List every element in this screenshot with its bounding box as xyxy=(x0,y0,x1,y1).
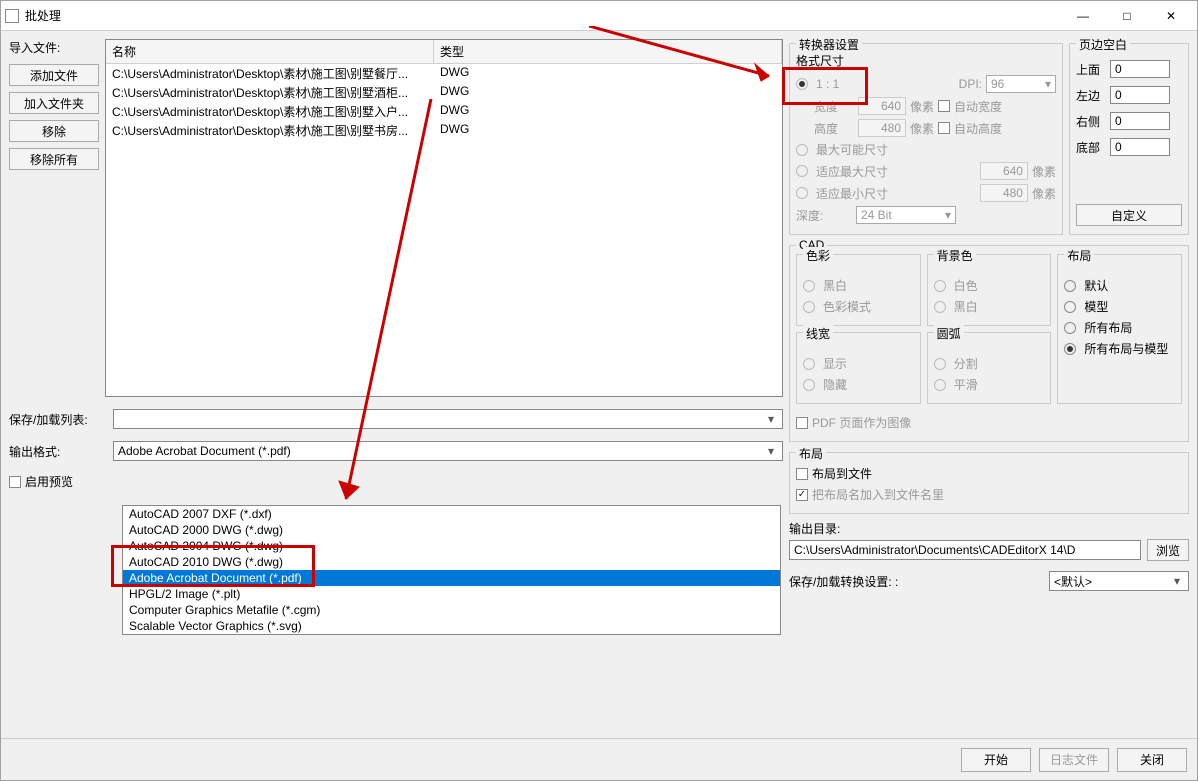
layout-legend: 布局 xyxy=(796,445,826,462)
table-row[interactable]: C:\Users\Administrator\Desktop\素材\施工图\别墅… xyxy=(106,102,782,121)
height-input[interactable] xyxy=(858,119,906,137)
custom-margin-button[interactable]: 自定义 xyxy=(1076,204,1182,226)
enable-preview-label: 启用预览 xyxy=(25,473,73,490)
width-input[interactable] xyxy=(858,97,906,115)
bg-black-radio[interactable] xyxy=(934,301,946,313)
ratio-1-1-radio[interactable] xyxy=(796,78,808,90)
table-row[interactable]: C:\Users\Administrator\Desktop\素材\施工图\别墅… xyxy=(106,121,782,140)
layout-model-radio[interactable] xyxy=(1064,301,1076,313)
col-header-type[interactable]: 类型 xyxy=(434,40,782,63)
margin-top-input[interactable] xyxy=(1110,60,1170,78)
table-row[interactable]: C:\Users\Administrator\Desktop\素材\施工图\别墅… xyxy=(106,83,782,102)
margin-right-input[interactable] xyxy=(1110,112,1170,130)
close-button[interactable]: ✕ xyxy=(1149,2,1193,30)
browse-button[interactable]: 浏览 xyxy=(1147,539,1189,561)
dropdown-item[interactable]: HPGL/2 Image (*.plt) xyxy=(123,586,780,602)
output-format-combo[interactable]: Adobe Acrobat Document (*.pdf) ▾ xyxy=(113,441,783,461)
chevron-down-icon: ▾ xyxy=(764,412,778,426)
add-file-button[interactable]: 添加文件 xyxy=(9,64,99,86)
app-icon xyxy=(5,9,19,23)
file-list[interactable]: 名称 类型 C:\Users\Administrator\Desktop\素材\… xyxy=(105,39,783,397)
chevron-down-icon: ▾ xyxy=(764,444,778,458)
lw-hide-radio[interactable] xyxy=(803,379,815,391)
fit-max-radio[interactable] xyxy=(796,165,808,177)
margin-bottom-input[interactable] xyxy=(1110,138,1170,156)
dropdown-item[interactable]: Adobe Acrobat Document (*.pdf) xyxy=(123,570,780,586)
converter-legend: 转换器设置 xyxy=(796,36,862,53)
enable-preview-checkbox[interactable] xyxy=(9,476,21,488)
color-mode-radio[interactable] xyxy=(803,301,815,313)
output-dir-input[interactable] xyxy=(789,540,1141,560)
dropdown-item[interactable]: Computer Graphics Metafile (*.cgm) xyxy=(123,602,780,618)
save-load-list-combo[interactable]: ▾ xyxy=(113,409,783,429)
layout-default-radio[interactable] xyxy=(1064,280,1076,292)
layout-all-model-radio[interactable] xyxy=(1064,343,1076,355)
auto-height-checkbox[interactable] xyxy=(938,122,950,134)
remove-all-button[interactable]: 移除所有 xyxy=(9,148,99,170)
dropdown-item[interactable]: AutoCAD 2007 DXF (*.dxf) xyxy=(123,506,780,522)
fit-max-input[interactable] xyxy=(980,162,1028,180)
add-layout-name-checkbox[interactable] xyxy=(796,489,808,501)
table-row[interactable]: C:\Users\Administrator\Desktop\素材\施工图\别墅… xyxy=(106,64,782,83)
pdf-as-image-checkbox[interactable] xyxy=(796,417,808,429)
minimize-button[interactable]: — xyxy=(1061,2,1105,30)
col-header-name[interactable]: 名称 xyxy=(106,40,434,63)
dropdown-item[interactable]: Scalable Vector Graphics (*.svg) xyxy=(123,618,780,634)
fit-min-input[interactable] xyxy=(980,184,1028,202)
save-load-conv-label: 保存/加载转换设置: : xyxy=(789,573,1045,590)
maximize-button[interactable]: □ xyxy=(1105,2,1149,30)
start-button[interactable]: 开始 xyxy=(961,748,1031,772)
dpi-select[interactable]: 96▾ xyxy=(986,75,1056,93)
output-format-label: 输出格式: xyxy=(9,443,109,460)
depth-select[interactable]: 24 Bit▾ xyxy=(856,206,956,224)
margin-legend: 页边空白 xyxy=(1076,36,1130,53)
layout-to-file-checkbox[interactable] xyxy=(796,468,808,480)
window-title: 批处理 xyxy=(25,7,1061,24)
import-label: 导入文件: xyxy=(9,39,99,56)
arc-smooth-radio[interactable] xyxy=(934,379,946,391)
bg-white-radio[interactable] xyxy=(934,280,946,292)
margin-left-input[interactable] xyxy=(1110,86,1170,104)
dropdown-item[interactable]: AutoCAD 2004 DWG (*.dwg) xyxy=(123,538,780,554)
output-dir-label: 输出目录: xyxy=(789,520,1189,537)
fit-min-radio[interactable] xyxy=(796,187,808,199)
max-possible-radio[interactable] xyxy=(796,144,808,156)
arc-split-radio[interactable] xyxy=(934,358,946,370)
auto-width-checkbox[interactable] xyxy=(938,100,950,112)
format-size-label: 格式尺寸 xyxy=(796,52,1056,69)
save-load-list-label: 保存/加载列表: xyxy=(9,411,109,428)
close-dialog-button[interactable]: 关闭 xyxy=(1117,748,1187,772)
color-bw-radio[interactable] xyxy=(803,280,815,292)
remove-button[interactable]: 移除 xyxy=(9,120,99,142)
output-format-dropdown[interactable]: AutoCAD 2007 DXF (*.dxf)AutoCAD 2000 DWG… xyxy=(122,505,781,635)
chevron-down-icon: ▾ xyxy=(1170,574,1184,588)
add-folder-button[interactable]: 加入文件夹 xyxy=(9,92,99,114)
dropdown-item[interactable]: AutoCAD 2000 DWG (*.dwg) xyxy=(123,522,780,538)
dropdown-item[interactable]: AutoCAD 2010 DWG (*.dwg) xyxy=(123,554,780,570)
log-file-button[interactable]: 日志文件 xyxy=(1039,748,1109,772)
save-load-conv-combo[interactable]: <默认> ▾ xyxy=(1049,571,1189,591)
layout-all-radio[interactable] xyxy=(1064,322,1076,334)
lw-show-radio[interactable] xyxy=(803,358,815,370)
